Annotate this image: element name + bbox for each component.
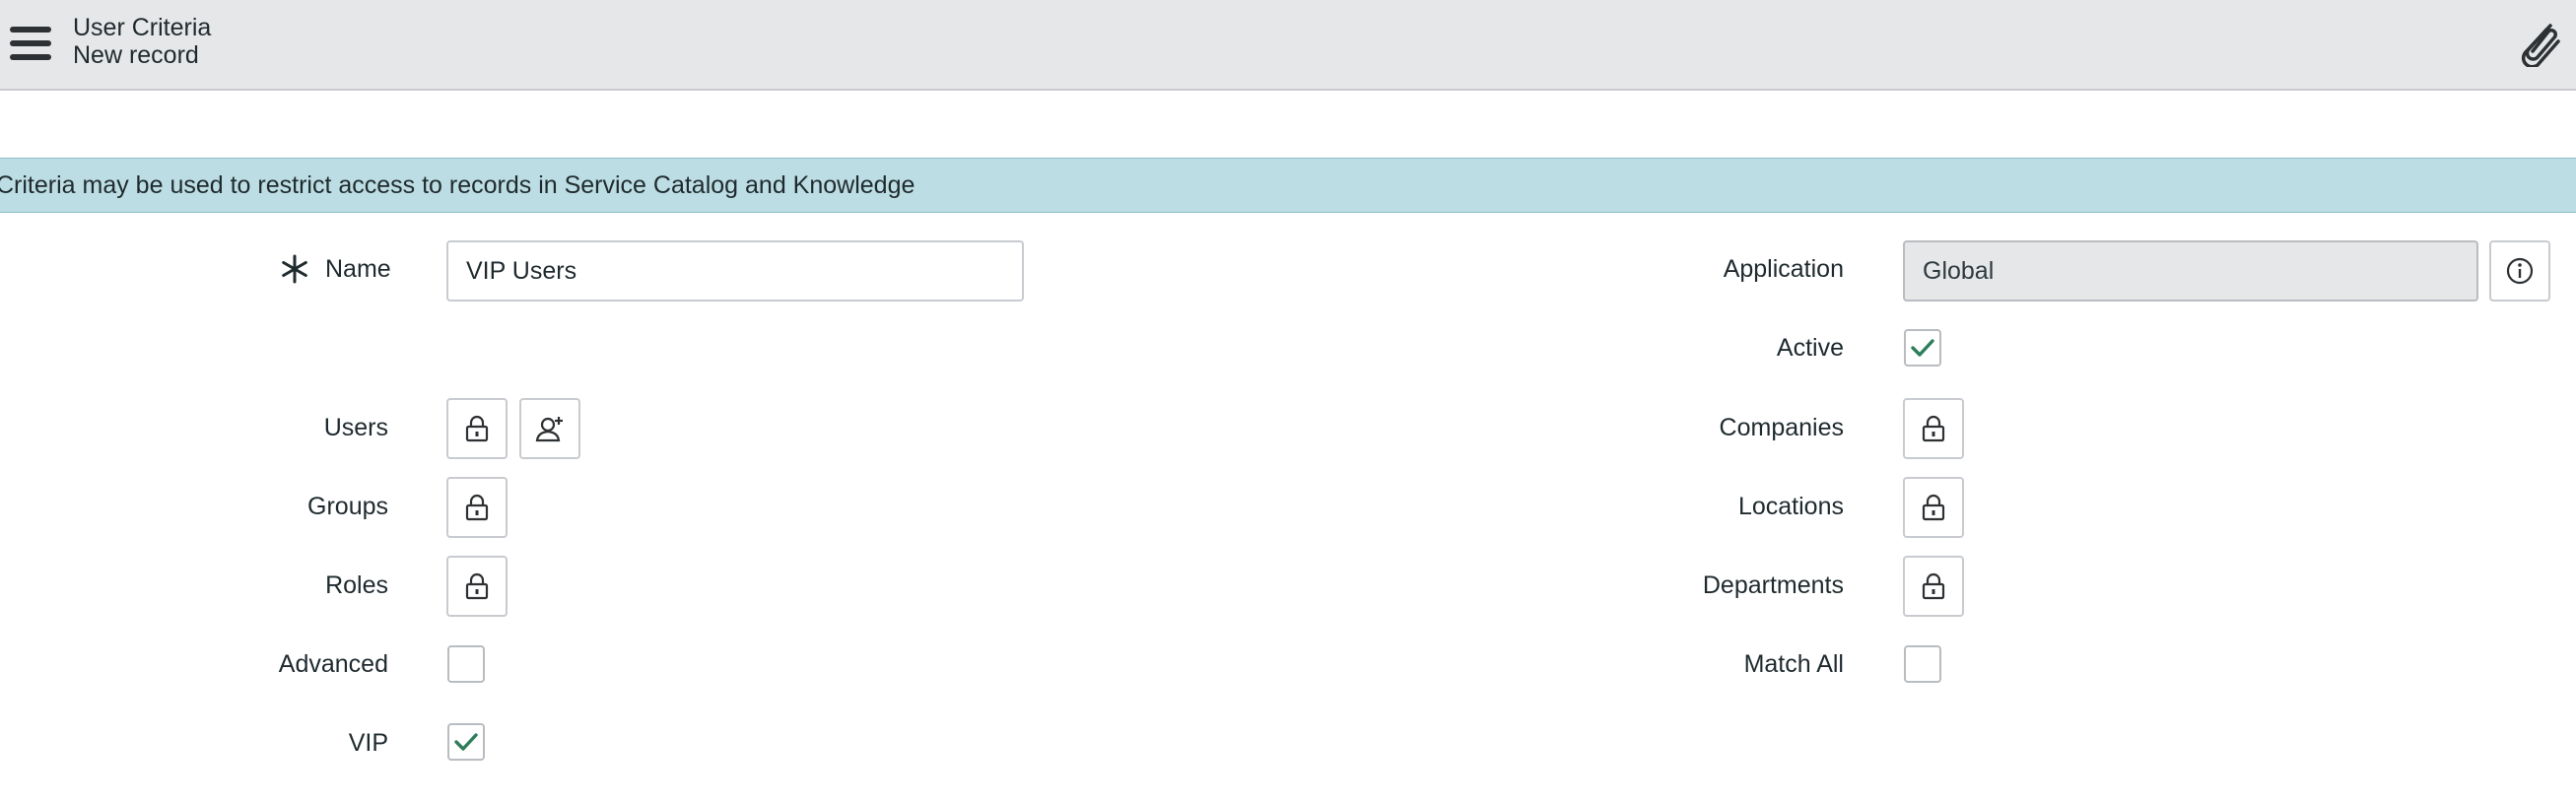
groups-unlock-button[interactable] xyxy=(446,477,508,538)
lock-icon xyxy=(465,572,489,600)
name-input[interactable]: VIP Users xyxy=(446,240,1024,302)
add-me-button[interactable] xyxy=(519,398,580,459)
lock-icon xyxy=(465,415,489,442)
form-header: User Criteria New record xyxy=(0,0,2576,91)
groups-label: Groups xyxy=(307,493,388,520)
lock-icon xyxy=(1922,572,1945,600)
hamburger-menu-icon[interactable] xyxy=(10,27,51,62)
users-label: Users xyxy=(323,414,388,441)
locations-unlock-button[interactable] xyxy=(1903,477,1964,538)
companies-unlock-button[interactable] xyxy=(1903,398,1964,459)
info-banner: Criteria may be used to restrict access … xyxy=(0,158,2576,213)
companies-label: Companies xyxy=(1719,414,1844,441)
form-subtitle: New record xyxy=(73,41,199,69)
paperclip-icon[interactable] xyxy=(2517,22,2562,69)
users-unlock-button[interactable] xyxy=(446,398,508,459)
departments-unlock-button[interactable] xyxy=(1903,556,1964,617)
vip-label: VIP xyxy=(348,729,388,757)
match-all-checkbox[interactable] xyxy=(1904,645,1941,683)
advanced-label: Advanced xyxy=(278,650,388,678)
locations-label: Locations xyxy=(1737,493,1844,520)
name-label: Name xyxy=(325,255,391,283)
lock-icon xyxy=(1922,415,1945,442)
required-asterisk-icon xyxy=(280,254,309,284)
roles-label: Roles xyxy=(325,571,388,599)
checkmark-icon xyxy=(1911,339,1934,357)
application-field: Global xyxy=(1903,240,2478,302)
advanced-checkbox[interactable] xyxy=(447,645,485,683)
active-checkbox[interactable] xyxy=(1904,329,1941,367)
vip-checkbox[interactable] xyxy=(447,723,485,761)
form-title: User Criteria xyxy=(73,14,212,41)
header-titles: User Criteria New record xyxy=(73,14,211,69)
active-label: Active xyxy=(1776,334,1844,362)
application-info-button[interactable] xyxy=(2489,240,2550,302)
info-icon xyxy=(2506,257,2534,285)
application-label: Application xyxy=(1723,255,1844,283)
lock-icon xyxy=(465,494,489,521)
info-banner-text: Criteria may be used to restrict access … xyxy=(0,171,915,199)
checkmark-icon xyxy=(454,733,478,751)
lock-icon xyxy=(1922,494,1945,521)
match-all-label: Match All xyxy=(1743,650,1844,678)
add-user-icon xyxy=(535,417,563,442)
departments-label: Departments xyxy=(1702,571,1844,599)
roles-unlock-button[interactable] xyxy=(446,556,508,617)
